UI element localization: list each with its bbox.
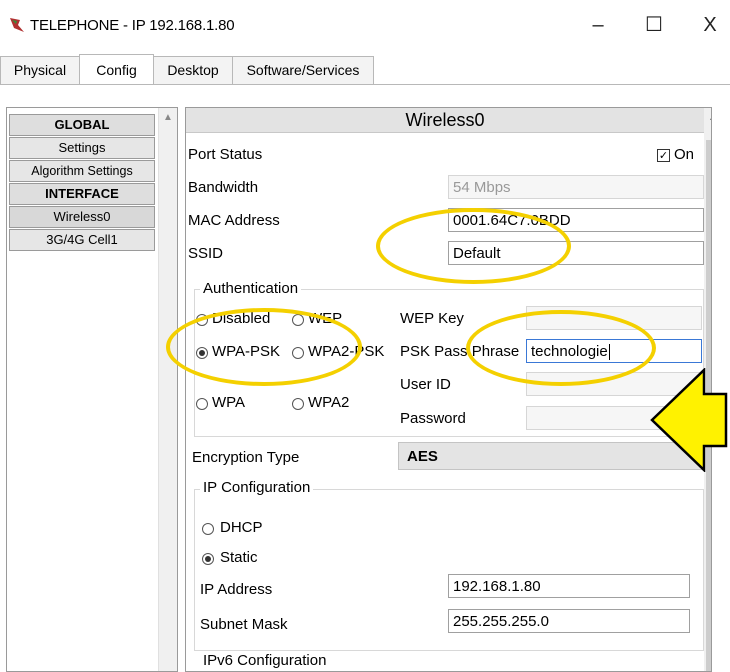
close-button[interactable]: X	[690, 10, 730, 40]
panel-title: Wireless0	[186, 108, 704, 133]
text-cursor	[608, 344, 610, 361]
psk-pass-phrase-label: PSK Pass Phrase	[400, 343, 520, 360]
bandwidth-label: Bandwidth	[188, 179, 259, 196]
radio-wpa2-psk[interactable]	[292, 347, 304, 359]
password-label: Password	[400, 410, 466, 427]
ipv6-configuration-title: IPv6 Configuration	[200, 652, 330, 669]
window-title: TELEPHONE - IP 192.168.1.80	[30, 17, 235, 34]
yellow-left-arrow-icon	[650, 368, 728, 472]
wpa2-psk-option-label: WPA2-PSK	[308, 343, 385, 360]
authentication-title: Authentication	[200, 280, 302, 297]
nav-wireless0[interactable]: Wireless0	[9, 206, 155, 228]
radio-wep[interactable]	[292, 314, 304, 326]
psk-pass-phrase-value: technologie	[531, 343, 608, 360]
radio-wpa-psk[interactable]	[196, 347, 208, 359]
dhcp-option-label: DHCP	[220, 519, 263, 536]
radio-dhcp[interactable]	[202, 523, 214, 535]
radio-wpa[interactable]	[196, 398, 208, 410]
tab-physical[interactable]: Physical	[0, 56, 80, 84]
ssid-label: SSID	[188, 245, 224, 262]
wep-key-label: WEP Key	[400, 310, 464, 327]
ip-configuration-title: IP Configuration	[200, 479, 314, 496]
subnet-mask-label: Subnet Mask	[200, 616, 288, 633]
bandwidth-field: 54 Mbps	[448, 175, 704, 199]
telephone-app-icon	[10, 18, 24, 32]
nav-interface-header: INTERFACE	[9, 183, 155, 205]
nav-cell[interactable]: 3G/4G Cell1	[9, 229, 155, 251]
ip-address-field[interactable]: 192.168.1.80	[448, 574, 690, 598]
scroll-up-icon[interactable]: ▲	[163, 112, 173, 123]
port-status-on-label: On	[674, 146, 695, 163]
nav-settings[interactable]: Settings	[9, 137, 155, 159]
port-status-label: Port Status	[188, 146, 263, 163]
radio-disabled[interactable]	[196, 314, 208, 326]
static-option-label: Static	[220, 549, 258, 566]
maximize-button[interactable]: ☐	[634, 10, 674, 40]
disabled-option-label: Disabled	[212, 310, 271, 327]
title-bar: TELEPHONE - IP 192.168.1.80 – ☐ X	[0, 0, 730, 50]
wireless0-config-panel: Wireless0 ▲ Port Status ✓ On Bandwidth 5…	[185, 107, 712, 672]
user-id-label: User ID	[400, 376, 451, 393]
tab-bar: Physical Config Desktop Software/Service…	[0, 54, 730, 84]
tab-desktop[interactable]: Desktop	[153, 56, 233, 84]
ssid-field[interactable]: Default	[448, 241, 704, 265]
nav-scrollbar[interactable]: ▲	[158, 108, 177, 671]
nav-global-header: GLOBAL	[9, 114, 155, 136]
tab-config[interactable]: Config	[79, 54, 154, 84]
wep-option-label: WEP	[308, 310, 343, 327]
mac-address-label: MAC Address	[188, 212, 280, 229]
scroll-up-icon[interactable]: ▲	[708, 112, 711, 123]
radio-static[interactable]	[202, 553, 214, 565]
wpa-psk-option-label: WPA-PSK	[212, 343, 281, 360]
tab-software-services[interactable]: Software/Services	[232, 56, 374, 84]
mac-address-field[interactable]: 0001.64C7.0BDD	[448, 208, 704, 232]
wep-key-field	[526, 306, 702, 330]
minimize-button[interactable]: –	[578, 10, 618, 40]
tab-divider	[0, 84, 730, 85]
subnet-mask-field[interactable]: 255.255.255.0	[448, 609, 690, 633]
port-status-checkbox[interactable]: ✓	[657, 149, 670, 162]
wpa2-option-label: WPA2	[308, 394, 350, 411]
settings-nav-panel: GLOBAL Settings Algorithm Settings INTER…	[6, 107, 178, 672]
ip-address-label: IP Address	[200, 581, 273, 598]
psk-pass-phrase-field[interactable]: technologie	[526, 339, 702, 363]
radio-wpa2[interactable]	[292, 398, 304, 410]
nav-algorithm-settings[interactable]: Algorithm Settings	[9, 160, 155, 182]
wpa-option-label: WPA	[212, 394, 246, 411]
encryption-type-label: Encryption Type	[192, 449, 300, 466]
